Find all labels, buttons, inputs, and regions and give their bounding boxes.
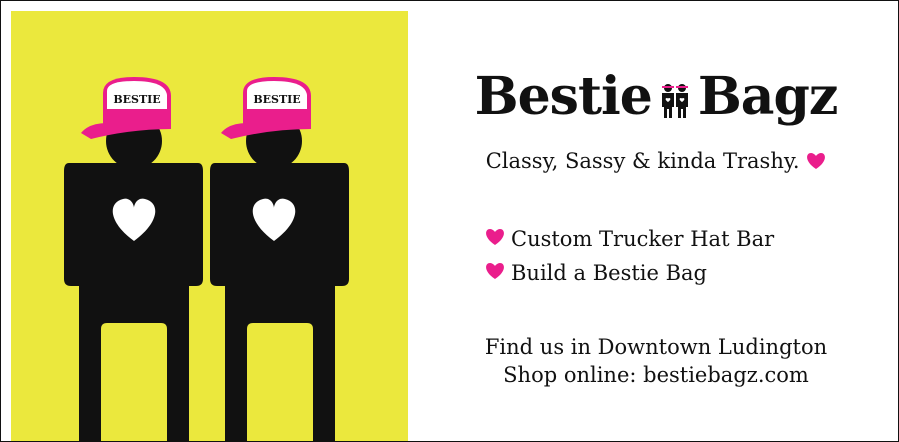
hat-label-left: BESTIE: [113, 93, 160, 106]
right-figure: BESTIE: [210, 77, 349, 441]
ad-card: BESTIE BESTIE Bestie Bagz Classy, Sassy …: [0, 0, 899, 442]
tagline: Classy, Sassy & kinda Trashy.: [421, 149, 891, 176]
location-info: Find us in Downtown Ludington Shop onlin…: [421, 333, 891, 390]
bestie-illustration: BESTIE BESTIE: [11, 11, 408, 441]
hat-label-right: BESTIE: [253, 93, 300, 106]
tagline-text: Classy, Sassy & kinda Trashy.: [485, 149, 800, 173]
left-figure: BESTIE: [64, 77, 203, 441]
brand-name-right: Bagz: [697, 66, 839, 127]
list-item: Build a Bestie Bag: [485, 257, 774, 291]
services-list: Custom Trucker Hat Bar Build a Bestie Ba…: [485, 223, 774, 291]
heart-icon: [485, 261, 505, 286]
heart-icon: [806, 151, 826, 176]
brand-logo: Bestie Bagz: [421, 71, 891, 123]
info-panel: Bestie Bagz Classy, Sassy & kinda Trashy…: [421, 1, 891, 441]
heart-icon: [485, 227, 505, 252]
website-line: Shop online: bestiebagz.com: [503, 363, 809, 388]
brand-name-left: Bestie: [474, 66, 653, 127]
bestie-figures-graphic: BESTIE BESTIE: [64, 77, 349, 441]
service-label: Custom Trucker Hat Bar: [511, 227, 775, 252]
list-item: Custom Trucker Hat Bar: [485, 223, 774, 257]
besties-icon: [658, 77, 692, 118]
service-label: Build a Bestie Bag: [511, 261, 707, 286]
location-line: Find us in Downtown Ludington: [484, 335, 828, 359]
